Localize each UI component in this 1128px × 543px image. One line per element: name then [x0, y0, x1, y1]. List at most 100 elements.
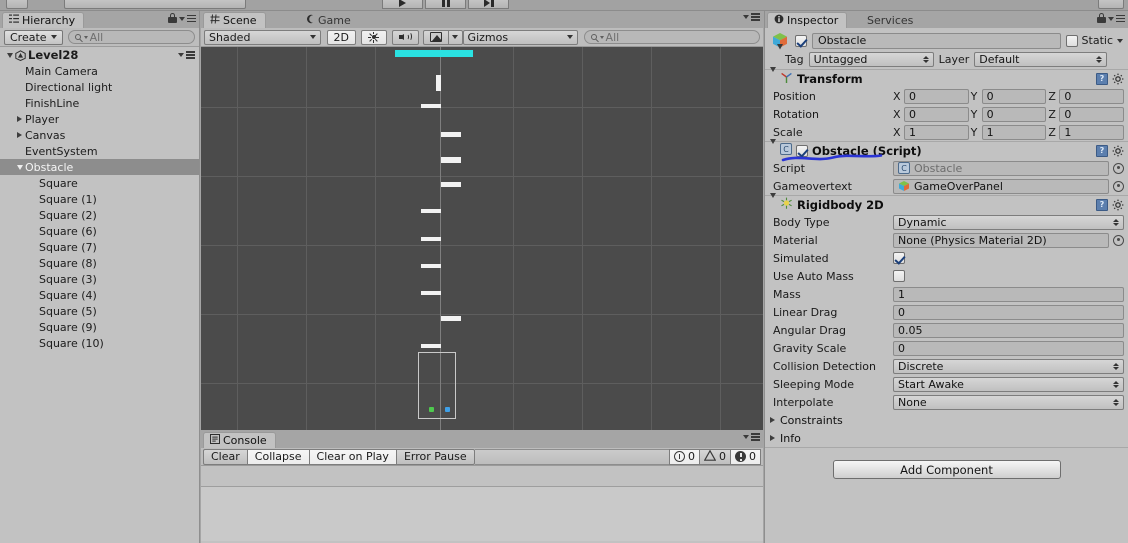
- vector3-z-input[interactable]: 1: [1059, 124, 1125, 140]
- object-reference-field[interactable]: None (Physics Material 2D): [893, 232, 1109, 248]
- property-dropdown[interactable]: Start Awake: [893, 376, 1124, 392]
- vector3-x-input[interactable]: 1: [904, 124, 969, 140]
- hierarchy-item-foldout[interactable]: [14, 164, 25, 170]
- component-foldout[interactable]: [770, 193, 776, 211]
- gizmo-handle-blue[interactable]: [445, 407, 450, 412]
- panel-menu-icon[interactable]: [1108, 14, 1125, 23]
- property-foldout-info[interactable]: Info: [765, 429, 1128, 447]
- layer-dropdown[interactable]: Default: [974, 52, 1108, 67]
- selection-bounds-rect[interactable]: [418, 352, 456, 419]
- obstacle-square[interactable]: [441, 316, 461, 321]
- draw-mode-dropdown[interactable]: Shaded: [204, 29, 321, 45]
- scene-search-input[interactable]: All: [583, 30, 760, 44]
- panel-menu-icon[interactable]: [743, 433, 760, 441]
- property-checkbox[interactable]: [893, 270, 905, 282]
- hierarchy-item[interactable]: Canvas: [0, 127, 199, 143]
- vector3-y-input[interactable]: 0: [981, 106, 1047, 122]
- hierarchy-tree[interactable]: Level28 Main Camera Directional light Fini…: [0, 47, 199, 541]
- tool-group-buttons[interactable]: [64, 0, 246, 9]
- gear-icon[interactable]: [1112, 73, 1124, 85]
- console-message-list[interactable]: [201, 466, 763, 541]
- console-info-counter[interactable]: 0: [669, 448, 700, 465]
- object-reference-field[interactable]: GameOverPanel: [893, 178, 1109, 194]
- property-checkbox[interactable]: [893, 252, 905, 264]
- hierarchy-item-foldout[interactable]: [14, 116, 25, 122]
- tab-scene[interactable]: Scene: [203, 12, 266, 28]
- gizmos-dropdown[interactable]: Gizmos: [462, 29, 578, 45]
- chevron-down-icon[interactable]: [1117, 38, 1123, 43]
- hierarchy-item[interactable]: FinishLine: [0, 95, 199, 111]
- hierarchy-item[interactable]: Square: [0, 175, 199, 191]
- lock-icon[interactable]: [1097, 13, 1106, 24]
- hierarchy-item[interactable]: Square (6): [0, 223, 199, 239]
- hierarchy-item[interactable]: Main Camera: [0, 63, 199, 79]
- tab-inspector[interactable]: Inspector: [767, 12, 848, 28]
- effects-dropdown-button[interactable]: [447, 29, 463, 45]
- obstacle-square[interactable]: [441, 157, 461, 163]
- gizmo-handle-green[interactable]: [429, 407, 434, 412]
- component-foldout[interactable]: [770, 67, 776, 85]
- console-warning-counter[interactable]: 0: [699, 448, 731, 465]
- gameobject-enabled-checkbox[interactable]: [795, 34, 807, 47]
- obstacle-square[interactable]: [421, 291, 441, 295]
- property-dropdown[interactable]: Discrete: [893, 358, 1124, 374]
- obstacle-square[interactable]: [436, 75, 441, 91]
- gear-icon[interactable]: [1112, 145, 1124, 157]
- transform-tool-button[interactable]: [6, 0, 28, 9]
- pause-button[interactable]: [425, 0, 466, 9]
- object-picker-icon[interactable]: [1113, 234, 1124, 246]
- component-foldout[interactable]: [770, 139, 776, 157]
- tab-services[interactable]: Services: [861, 12, 921, 28]
- hierarchy-item[interactable]: Player: [0, 111, 199, 127]
- add-component-button[interactable]: Add Component: [832, 460, 1061, 479]
- property-text-input[interactable]: 0.05: [893, 322, 1124, 338]
- vector3-x-input[interactable]: 0: [904, 106, 969, 122]
- help-icon[interactable]: ?: [1096, 144, 1108, 157]
- hierarchy-item[interactable]: Directional light: [0, 79, 199, 95]
- obstacle-square[interactable]: [421, 344, 441, 348]
- layers-dropdown[interactable]: [1098, 0, 1124, 9]
- hierarchy-item[interactable]: Square (4): [0, 287, 199, 303]
- component-enabled-checkbox[interactable]: [796, 144, 808, 157]
- panel-menu-icon[interactable]: [743, 13, 760, 21]
- property-text-input[interactable]: 0: [893, 304, 1124, 320]
- component-header-obstacle-script[interactable]: C Obstacle (Script)?: [765, 139, 1128, 162]
- audio-toggle-button[interactable]: [391, 29, 419, 45]
- tab-game[interactable]: Game: [299, 12, 359, 28]
- obstacle-square[interactable]: [421, 237, 441, 241]
- hierarchy-item[interactable]: Square (8): [0, 255, 199, 271]
- object-picker-icon[interactable]: [1113, 180, 1124, 192]
- component-header-rigidbody2d[interactable]: Rigidbody 2D?: [765, 193, 1128, 213]
- object-reference-field[interactable]: C Obstacle: [893, 160, 1109, 176]
- tab-hierarchy[interactable]: Hierarchy: [2, 12, 85, 28]
- console-clear-button[interactable]: Clear: [203, 448, 248, 465]
- property-dropdown[interactable]: None: [893, 394, 1124, 410]
- hierarchy-item[interactable]: Square (5): [0, 303, 199, 319]
- hierarchy-search-input[interactable]: All: [67, 30, 195, 44]
- hierarchy-item[interactable]: Square (1): [0, 191, 199, 207]
- step-button[interactable]: [468, 0, 509, 9]
- vector3-y-input[interactable]: 1: [981, 124, 1047, 140]
- vector3-x-input[interactable]: 0: [904, 88, 969, 104]
- vector3-z-input[interactable]: 0: [1059, 106, 1125, 122]
- property-dropdown[interactable]: Dynamic: [893, 214, 1124, 230]
- hierarchy-item-foldout[interactable]: [14, 132, 25, 138]
- hierarchy-item[interactable]: Obstacle: [0, 159, 199, 175]
- hierarchy-item[interactable]: Square (7): [0, 239, 199, 255]
- property-text-input[interactable]: 0: [893, 340, 1124, 356]
- object-picker-icon[interactable]: [1113, 162, 1124, 174]
- console-clear-on-play-button[interactable]: Clear on Play: [308, 448, 397, 465]
- root-foldout[interactable]: [4, 52, 15, 58]
- obstacle-square[interactable]: [421, 264, 441, 268]
- console-collapse-button[interactable]: Collapse: [246, 448, 310, 465]
- help-icon[interactable]: ?: [1096, 198, 1108, 211]
- hierarchy-item[interactable]: Square (10): [0, 335, 199, 351]
- create-button[interactable]: Create: [4, 29, 63, 45]
- vector3-y-input[interactable]: 0: [981, 88, 1047, 104]
- obstacle-square[interactable]: [421, 104, 441, 108]
- gear-icon[interactable]: [1112, 199, 1124, 211]
- hierarchy-root-scene[interactable]: Level28: [0, 47, 199, 63]
- panel-menu-icon[interactable]: [179, 14, 196, 23]
- obstacle-square[interactable]: [441, 182, 461, 187]
- obstacle-square[interactable]: [421, 209, 441, 213]
